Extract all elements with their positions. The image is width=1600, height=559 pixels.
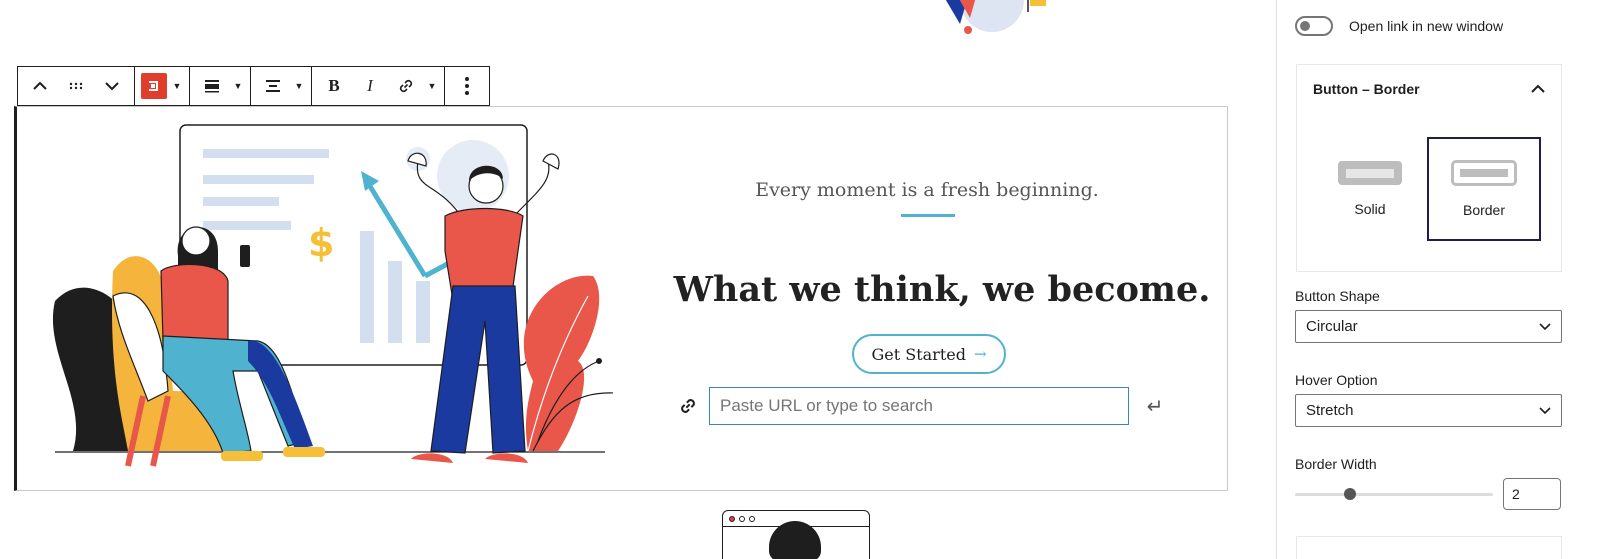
url-search-input[interactable]: [709, 387, 1129, 425]
hero-block[interactable]: $ Every moment is a fresh beginning. Wha…: [14, 106, 1228, 491]
button-shape-label: Button Shape: [1295, 288, 1380, 304]
toolbar-group-block-type: ▼: [135, 67, 190, 105]
chevron-down-icon: [1539, 322, 1551, 330]
decorative-illustration-bottom: [722, 510, 870, 559]
text-align-dropdown-arrow-icon[interactable]: ▼: [291, 67, 307, 105]
button-shape-select[interactable]: Circular: [1295, 310, 1562, 343]
submit-link-enter-icon[interactable]: ↵: [1143, 394, 1167, 419]
border-width-slider[interactable]: [1295, 487, 1493, 500]
border-button-preview-icon: [1451, 160, 1517, 186]
move-up-button[interactable]: [22, 67, 58, 105]
style-option-label: Solid: [1354, 201, 1386, 217]
toolbar-group-movers: [18, 67, 135, 105]
get-started-label: Get Started: [871, 344, 966, 364]
button-style-options: Solid Border: [1313, 137, 1541, 241]
chevron-down-icon: [105, 82, 119, 91]
toolbar-group-options: [445, 67, 489, 105]
hover-option-label: Hover Option: [1295, 372, 1378, 388]
get-started-button[interactable]: Get Started →: [852, 334, 1006, 374]
block-width-button[interactable]: [194, 67, 230, 105]
more-formatting-arrow-icon[interactable]: ▼: [424, 67, 440, 105]
style-option-border[interactable]: Border: [1427, 137, 1541, 241]
window-dot-icon: [749, 515, 755, 522]
link-icon: [677, 395, 699, 417]
hero-tagline: Every moment is a fresh beginning.: [755, 179, 1099, 201]
toolbar-group-width: ▼: [190, 67, 251, 105]
block-width-dropdown-arrow-icon[interactable]: ▼: [230, 67, 246, 105]
chevron-down-icon: [1539, 406, 1551, 414]
toolbar-group-formatting: B I ▼: [312, 67, 445, 105]
block-width-icon: [205, 80, 219, 93]
link-button[interactable]: [388, 67, 424, 105]
italic-button[interactable]: I: [352, 67, 388, 105]
window-dot-icon: [729, 515, 735, 522]
button-border-panel: Button – Border Solid Border: [1296, 64, 1562, 272]
editor-canvas: ▼ ▼ ▼ B I ▼ $ Every moment is a fresh be…: [0, 0, 1276, 559]
window-dot-icon: [739, 515, 745, 522]
more-options-button[interactable]: [449, 67, 485, 105]
link-url-popover: ↵: [677, 387, 1167, 425]
chevron-up-icon: [33, 81, 47, 90]
slider-thumb[interactable]: [1344, 487, 1356, 500]
hero-headline: What we think, we become.: [673, 269, 1211, 310]
tagline-underline: [901, 214, 955, 217]
block-settings-sidebar: Open link in new window Button – Border …: [1276, 0, 1600, 559]
arrow-right-icon: →: [973, 345, 987, 363]
link-icon: [399, 79, 413, 93]
hero-illustration: $: [52, 124, 613, 467]
chevron-up-icon: [1531, 84, 1545, 93]
panel-title: Button – Border: [1313, 81, 1420, 97]
hover-option-select[interactable]: Stretch: [1295, 394, 1562, 427]
button-block-icon: [141, 73, 167, 99]
text-align-button[interactable]: [255, 67, 291, 105]
border-width-control: 2: [1295, 478, 1561, 510]
align-center-icon: [266, 80, 280, 92]
drag-handle[interactable]: [58, 67, 94, 105]
style-option-label: Border: [1462, 202, 1506, 218]
bold-button[interactable]: B: [316, 67, 352, 105]
hover-option-value: Stretch: [1306, 402, 1354, 419]
open-new-window-row: Open link in new window: [1295, 16, 1503, 36]
button-shape-value: Circular: [1306, 318, 1358, 335]
solid-button-preview-icon: [1338, 161, 1402, 185]
dollar-sign-graphic: $: [308, 221, 334, 265]
open-new-window-toggle[interactable]: [1295, 16, 1333, 36]
decorative-illustration-top: [945, 0, 1046, 34]
style-option-solid[interactable]: Solid: [1313, 137, 1427, 241]
block-toolbar: ▼ ▼ ▼ B I ▼: [17, 66, 490, 106]
border-width-label: Border Width: [1295, 456, 1377, 472]
more-vertical-icon: [465, 77, 469, 95]
move-down-button[interactable]: [94, 67, 130, 105]
block-type-button[interactable]: [139, 67, 169, 105]
next-panel-edge: [1296, 536, 1562, 559]
toolbar-group-align: ▼: [251, 67, 312, 105]
border-width-input[interactable]: 2: [1503, 478, 1561, 510]
panel-header[interactable]: Button – Border: [1297, 65, 1561, 97]
open-new-window-label: Open link in new window: [1349, 18, 1504, 34]
drag-handle-icon: [69, 82, 83, 90]
block-type-dropdown-arrow-icon[interactable]: ▼: [169, 67, 185, 105]
